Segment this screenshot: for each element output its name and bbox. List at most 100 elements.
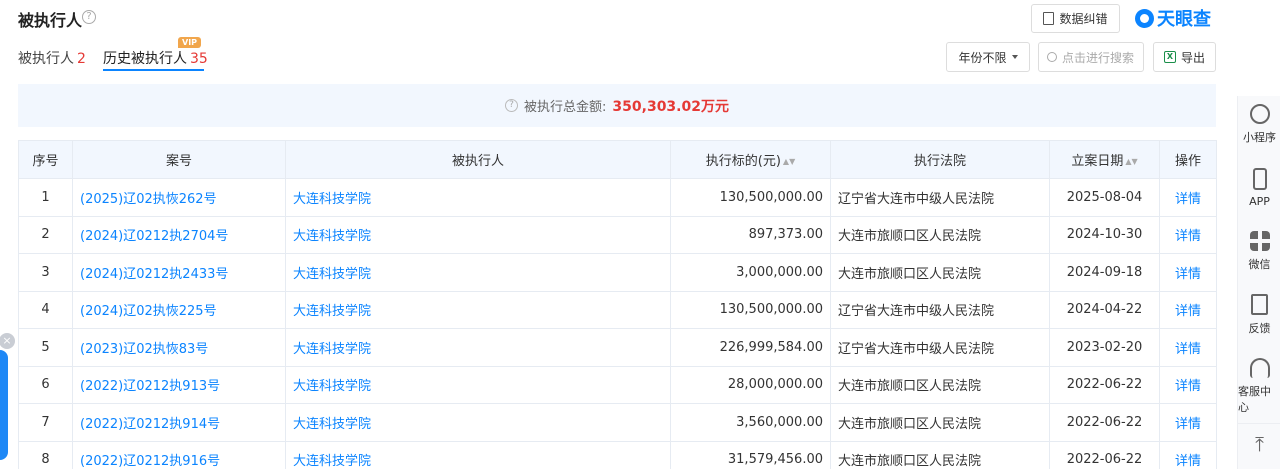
cell-amount: 3,560,000.00 (670, 403, 831, 442)
search-input[interactable]: 点击进行搜索 (1038, 42, 1144, 72)
sidebar-item-label: 微信 (1248, 258, 1271, 271)
table-row: 2 (2024)辽0212执2704号 大连科技学院 897,373.00 大连市旅顺口… (18, 215, 1217, 254)
cell-filing-date: 2024-10-30 (1049, 215, 1160, 254)
cell-case-number-link[interactable]: (2022)辽0212执914号 (72, 403, 286, 442)
cell-court: 大连市旅顺口区人民法院 (830, 253, 1050, 292)
table-row: 8 (2022)辽0212执916号 大连科技学院 31,579,456.00 大连市旅… (18, 440, 1217, 469)
floating-widget[interactable] (0, 350, 8, 460)
active-tab-indicator (103, 69, 204, 71)
cell-filing-date: 2022-06-22 (1049, 403, 1160, 442)
table-row: 7 (2022)辽0212执914号 大连科技学院 3,560,000.00 大连市旅顺… (18, 403, 1217, 442)
detail-link[interactable]: 详情 (1159, 253, 1217, 292)
cell-index: 5 (18, 328, 73, 367)
header-court: 执行法院 (830, 140, 1050, 179)
question-icon[interactable]: ? (505, 99, 519, 112)
cell-court: 大连市旅顺口区人民法院 (830, 365, 1050, 404)
search-icon (1047, 52, 1057, 62)
close-icon[interactable]: × (0, 333, 15, 349)
cell-index: 6 (18, 365, 73, 404)
page-title: 被执行人 (18, 11, 83, 30)
cell-party-link[interactable]: 大连科技学院 (285, 253, 671, 292)
table-row: 6 (2022)辽0212执913号 大连科技学院 28,000,000.00 大连市旅… (18, 365, 1217, 404)
detail-link[interactable]: 详情 (1159, 403, 1217, 442)
tab-label: 历史被执行人 (103, 51, 187, 67)
sidebar-item-wechat[interactable]: 微信 (1238, 231, 1280, 272)
cell-party-link[interactable]: 大连科技学院 (285, 178, 671, 217)
export-button[interactable]: X 导出 (1153, 42, 1216, 72)
detail-link[interactable]: 详情 (1159, 290, 1217, 329)
total-amount-banner: ? 被执行总金额: 350,303.02万元 (18, 84, 1216, 127)
sidebar-item-label: 客服中心 (1238, 385, 1271, 414)
tab-executed-person[interactable]: 被执行人 2 (18, 48, 86, 68)
cell-case-number-link[interactable]: (2025)辽02执恢262号 (72, 178, 286, 217)
document-icon (1043, 12, 1055, 25)
cell-amount: 31,579,456.00 (670, 440, 831, 469)
logo-text: 天眼查 (1157, 9, 1211, 30)
cell-party-link[interactable]: 大连科技学院 (285, 365, 671, 404)
sidebar-item-app[interactable]: APP (1238, 168, 1280, 208)
table-row: 1 (2025)辽02执恢262号 大连科技学院 130,500,000.00 辽宁省大… (18, 178, 1217, 217)
year-filter-label: 年份不限 (958, 50, 1007, 65)
sort-icon[interactable]: ▲▼ (783, 157, 795, 166)
header-party: 被执行人 (285, 140, 671, 179)
cell-court: 辽宁省大连市中级人民法院 (830, 328, 1050, 367)
cell-court: 辽宁省大连市中级人民法院 (830, 178, 1050, 217)
cell-case-number-link[interactable]: (2023)辽02执恢83号 (72, 328, 286, 367)
cell-amount: 130,500,000.00 (670, 290, 831, 329)
cell-party-link[interactable]: 大连科技学院 (285, 403, 671, 442)
cell-amount: 226,999,584.00 (670, 328, 831, 367)
sidebar-item-feedback[interactable]: 反馈 (1238, 294, 1280, 336)
vip-badge: VIP (178, 37, 202, 48)
detail-link[interactable]: 详情 (1159, 328, 1217, 367)
back-to-top-button[interactable]: ⤒ (1238, 423, 1280, 469)
sidebar-item-service[interactable]: 客服中心 (1238, 358, 1280, 415)
right-sidebar: 小程序 APP 微信 反馈 客服中心 ⤒ (1237, 96, 1280, 469)
cell-case-number-link[interactable]: (2024)辽0212执2704号 (72, 215, 286, 254)
cell-filing-date: 2024-09-18 (1049, 253, 1160, 292)
tab-history-executed-person[interactable]: 历史被执行人 35 (103, 48, 208, 68)
cell-index: 2 (18, 215, 73, 254)
cell-case-number-link[interactable]: (2022)辽0212执916号 (72, 440, 286, 469)
cell-case-number-link[interactable]: (2024)辽0212执2433号 (72, 253, 286, 292)
cell-case-number-link[interactable]: (2022)辽0212执913号 (72, 365, 286, 404)
sidebar-item-mini-program[interactable]: 小程序 (1238, 104, 1280, 145)
cell-party-link[interactable]: 大连科技学院 (285, 215, 671, 254)
cell-party-link[interactable]: 大连科技学院 (285, 290, 671, 329)
header-filing-date[interactable]: 立案日期 ▲▼ (1049, 140, 1160, 179)
detail-link[interactable]: 详情 (1159, 215, 1217, 254)
cell-amount: 130,500,000.00 (670, 178, 831, 217)
cell-amount: 3,000,000.00 (670, 253, 831, 292)
mini-program-icon (1249, 104, 1270, 124)
cell-filing-date: 2025-08-04 (1049, 178, 1160, 217)
sidebar-item-label: 小程序 (1243, 131, 1276, 144)
sort-icon[interactable]: ▲▼ (1125, 157, 1137, 166)
tab-count: 35 (190, 51, 208, 67)
cell-index: 8 (18, 440, 73, 469)
sidebar-item-label: APP (1249, 195, 1270, 208)
data-correction-button[interactable]: 数据纠错 (1031, 4, 1120, 33)
table-row: 3 (2024)辽0212执2433号 大连科技学院 3,000,000.00 大连市旅… (18, 253, 1217, 292)
cell-amount: 897,373.00 (670, 215, 831, 254)
caret-down-icon (1011, 55, 1018, 59)
header-amount[interactable]: 执行标的(元) ▲▼ (670, 140, 831, 179)
header-case-number: 案号 (72, 140, 286, 179)
cell-filing-date: 2023-02-20 (1049, 328, 1160, 367)
cell-party-link[interactable]: 大连科技学院 (285, 328, 671, 367)
cell-index: 3 (18, 253, 73, 292)
search-placeholder: 点击进行搜索 (1062, 50, 1135, 65)
year-filter-dropdown[interactable]: 年份不限 (946, 42, 1030, 72)
detail-link[interactable]: 详情 (1159, 178, 1217, 217)
cell-case-number-link[interactable]: (2024)辽02执恢225号 (72, 290, 286, 329)
table-row: 5 (2023)辽02执恢83号 大连科技学院 226,999,584.00 辽宁省大连… (18, 328, 1217, 367)
detail-link[interactable]: 详情 (1159, 365, 1217, 404)
cell-filing-date: 2022-06-22 (1049, 365, 1160, 404)
cell-court: 大连市旅顺口区人民法院 (830, 440, 1050, 469)
cell-party-link[interactable]: 大连科技学院 (285, 440, 671, 469)
help-icon[interactable]: ? (82, 10, 96, 24)
table-row: 4 (2024)辽02执恢225号 大连科技学院 130,500,000.00 辽宁省大… (18, 290, 1217, 329)
logo[interactable]: 天眼查 (1135, 5, 1211, 31)
detail-link[interactable]: 详情 (1159, 440, 1217, 469)
tab-count: 2 (77, 51, 86, 67)
cell-court: 大连市旅顺口区人民法院 (830, 215, 1050, 254)
header-index: 序号 (18, 140, 73, 179)
